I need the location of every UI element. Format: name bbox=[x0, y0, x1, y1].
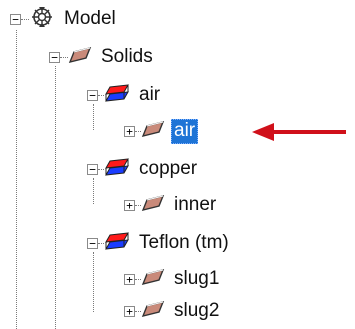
collapse-toggle[interactable]: − bbox=[87, 89, 98, 101]
collapse-toggle[interactable]: − bbox=[87, 163, 98, 175]
tree-node-label[interactable]: slug1 bbox=[171, 267, 222, 292]
collapse-toggle[interactable]: − bbox=[10, 13, 21, 25]
collapse-toggle[interactable]: − bbox=[87, 237, 98, 249]
tree-line bbox=[55, 66, 56, 329]
collapse-toggle[interactable]: − bbox=[49, 51, 60, 63]
material-icon bbox=[104, 83, 130, 108]
tree-node-model[interactable]: − Model bbox=[10, 4, 119, 34]
tree-node-solid-slug1[interactable]: + slug1 bbox=[124, 264, 222, 294]
tree-node-material-teflon[interactable]: − Teflon (tm) bbox=[87, 228, 232, 258]
solid-icon bbox=[141, 194, 165, 217]
tree-node-label[interactable]: air bbox=[136, 83, 163, 108]
tree-connector bbox=[60, 56, 68, 58]
material-icon bbox=[104, 231, 130, 256]
tree-node-label[interactable]: copper bbox=[136, 157, 200, 182]
tree-node-material-air[interactable]: − air bbox=[87, 80, 163, 110]
solid-icon bbox=[141, 300, 165, 323]
tree-node-solid-air[interactable]: + air bbox=[124, 116, 199, 146]
tree-node-label[interactable]: Teflon (tm) bbox=[136, 231, 232, 256]
tree-node-material-copper[interactable]: − copper bbox=[87, 154, 200, 184]
model-tree: − Model − Solids − air + air − copper + … bbox=[0, 0, 355, 329]
tree-connector bbox=[21, 18, 29, 20]
expand-toggle[interactable]: + bbox=[124, 305, 135, 317]
tree-node-solids[interactable]: − Solids bbox=[49, 42, 156, 72]
tree-node-solid-inner[interactable]: + inner bbox=[124, 190, 219, 220]
expand-toggle[interactable]: + bbox=[124, 125, 135, 137]
tree-node-label[interactable]: Solids bbox=[98, 45, 156, 70]
tree-node-label-selected[interactable]: air bbox=[171, 118, 199, 144]
tree-node-solid-slug2[interactable]: + slug2 bbox=[124, 296, 222, 326]
tree-node-label[interactable]: inner bbox=[171, 193, 219, 218]
solid-icon bbox=[141, 268, 165, 291]
solid-icon bbox=[141, 120, 165, 143]
tree-line bbox=[16, 30, 17, 329]
expand-toggle[interactable]: + bbox=[124, 273, 135, 285]
material-icon bbox=[104, 157, 130, 182]
tree-node-label[interactable]: Model bbox=[61, 7, 119, 32]
tree-line bbox=[93, 252, 94, 312]
model-icon bbox=[29, 5, 55, 34]
expand-toggle[interactable]: + bbox=[124, 199, 135, 211]
red-arrow-icon bbox=[250, 120, 350, 149]
tree-node-label[interactable]: slug2 bbox=[171, 299, 222, 324]
solid-icon bbox=[68, 46, 92, 69]
